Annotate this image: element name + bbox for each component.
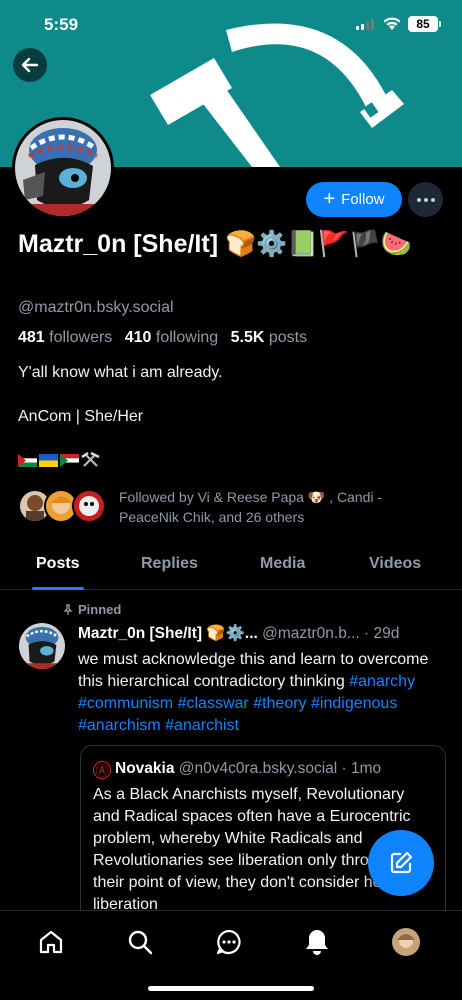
hashtag-link[interactable]: #anarchy bbox=[349, 673, 415, 690]
home-icon bbox=[39, 930, 63, 954]
palestine-flag-icon bbox=[18, 453, 37, 467]
ukraine-flag-icon bbox=[39, 453, 58, 467]
nav-home-button[interactable] bbox=[36, 927, 66, 957]
quoted-author-name: Novakia bbox=[115, 760, 175, 777]
post-author-avatar[interactable] bbox=[19, 623, 65, 669]
profile-stats: 481 followers 410 following 5.5K posts bbox=[18, 329, 307, 347]
bottom-navigation bbox=[0, 910, 462, 1000]
follow-button-label: Follow bbox=[341, 191, 385, 208]
post-author-name[interactable]: Maztr_0n [She/It] 🍞⚙️... bbox=[78, 625, 258, 642]
profile-display-name: Maztr_0n [She/It] 🍞⚙️📗🚩🏴🍉 bbox=[18, 230, 412, 258]
tab-replies[interactable]: Replies bbox=[141, 555, 198, 573]
bio-line: AnCom | She/Her bbox=[18, 408, 144, 425]
avatar-image bbox=[15, 120, 111, 216]
avatar bbox=[72, 489, 106, 523]
chat-icon bbox=[216, 929, 241, 955]
pinned-label: Pinned bbox=[62, 602, 121, 617]
wifi-icon bbox=[383, 17, 401, 30]
nav-chat-button[interactable] bbox=[214, 927, 244, 957]
more-options-button[interactable] bbox=[408, 182, 443, 217]
post-text[interactable]: we must acknowledge this and learn to ov… bbox=[78, 649, 438, 737]
compose-icon bbox=[390, 851, 413, 874]
profile-handle: @maztr0n.bsky.social bbox=[18, 299, 174, 316]
pin-icon bbox=[63, 603, 73, 615]
profile-avatar[interactable] bbox=[12, 117, 114, 219]
active-tab-indicator bbox=[32, 587, 84, 590]
post-author-meta: @maztr0n.b... · 29d bbox=[262, 625, 400, 642]
post-header[interactable]: Maztr_0n [She/It] 🍞⚙️... @maztr0n.b... ·… bbox=[78, 624, 448, 643]
bio-line: Y'all know what i am already. bbox=[18, 364, 223, 381]
arrow-left-icon bbox=[21, 57, 39, 73]
plus-icon: + bbox=[323, 187, 336, 210]
hashtag-link[interactable]: #anarchist bbox=[165, 717, 239, 734]
compose-post-button[interactable] bbox=[368, 830, 434, 896]
nav-search-button[interactable] bbox=[125, 927, 155, 957]
bio-flags bbox=[18, 452, 100, 468]
hammer-and-pick-icon bbox=[81, 452, 100, 467]
sudan-flag-icon bbox=[60, 453, 79, 467]
following-link[interactable]: 410 following bbox=[125, 329, 218, 346]
hashtag-link[interactable]: #anarchism bbox=[78, 717, 161, 734]
cellular-signal-icon bbox=[356, 18, 374, 30]
status-bar: 5:59 85 bbox=[0, 0, 462, 50]
back-button[interactable] bbox=[13, 48, 47, 82]
home-indicator bbox=[148, 986, 314, 991]
tab-posts[interactable]: Posts bbox=[36, 555, 80, 573]
nav-notifications-button[interactable] bbox=[302, 927, 332, 957]
anarchy-avatar-icon: Ⓐ bbox=[93, 761, 111, 779]
profile-tabs: Posts Replies Media Videos bbox=[0, 544, 462, 590]
avatar bbox=[392, 928, 420, 956]
hashtag-link[interactable]: #indigenous bbox=[311, 695, 397, 712]
hashtag-link[interactable]: #communism bbox=[78, 695, 173, 712]
hashtag-link[interactable]: #classwar bbox=[178, 695, 249, 712]
tab-videos[interactable]: Videos bbox=[369, 555, 421, 573]
quoted-author-meta: @n0v4c0ra.bsky.social · 1mo bbox=[178, 760, 382, 777]
battery-indicator: 85 bbox=[408, 16, 441, 32]
ellipsis-icon bbox=[416, 197, 421, 202]
hashtag-link[interactable]: #theory bbox=[253, 695, 306, 712]
quoted-post-header: Ⓐ Novakia @n0v4c0ra.bsky.social · 1mo bbox=[93, 760, 381, 779]
followed-by-avatars[interactable] bbox=[18, 489, 108, 525]
follow-button[interactable]: + Follow bbox=[306, 182, 402, 217]
posts-count: 5.5K posts bbox=[230, 329, 308, 346]
nav-profile-button[interactable] bbox=[391, 927, 421, 957]
search-icon bbox=[128, 930, 153, 955]
avatar-image bbox=[19, 623, 65, 669]
bell-icon bbox=[306, 930, 328, 955]
followed-by-text[interactable]: Followed by Vi & Reese Papa 🐶 , Candi - … bbox=[119, 487, 439, 527]
tab-media[interactable]: Media bbox=[260, 555, 305, 573]
status-time: 5:59 bbox=[44, 15, 79, 34]
followers-link[interactable]: 481 followers bbox=[18, 329, 112, 346]
